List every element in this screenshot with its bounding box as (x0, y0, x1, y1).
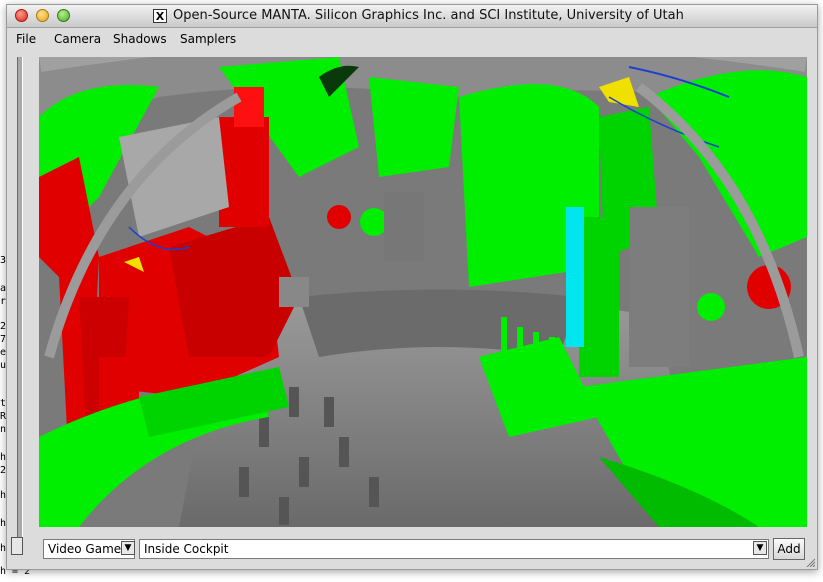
resize-grip-icon[interactable] (805, 557, 815, 567)
add-button[interactable]: Add (773, 538, 805, 560)
manta-window: X Open-Source MANTA. Silicon Graphics In… (6, 4, 818, 570)
chevron-down-icon[interactable]: ▼ (121, 541, 135, 555)
zoom-button[interactable] (57, 9, 70, 22)
menu-samplers[interactable]: Samplers (180, 32, 236, 46)
close-button[interactable] (15, 9, 28, 22)
vertical-slider-thumb[interactable] (11, 537, 23, 555)
menu-bar: File Camera Shadows Samplers (7, 28, 817, 50)
title-bar[interactable]: X Open-Source MANTA. Silicon Graphics In… (7, 5, 817, 28)
minimize-button[interactable] (36, 9, 49, 22)
camera-bookmark-select[interactable]: Inside Cockpit (139, 539, 769, 559)
menu-file[interactable]: File (16, 32, 36, 46)
vertical-slider-track[interactable] (17, 57, 23, 543)
render-viewport[interactable] (39, 57, 807, 527)
chevron-down-icon[interactable]: ▼ (753, 541, 767, 555)
window-title: Open-Source MANTA. Silicon Graphics Inc.… (173, 8, 684, 23)
x11-icon: X (153, 9, 167, 23)
menu-camera[interactable]: Camera (54, 32, 101, 46)
bottom-controls: Video Game ▼ Inside Cockpit ▼ Add (39, 538, 811, 561)
menu-shadows[interactable]: Shadows (113, 32, 167, 46)
cockpit-render (39, 57, 807, 527)
